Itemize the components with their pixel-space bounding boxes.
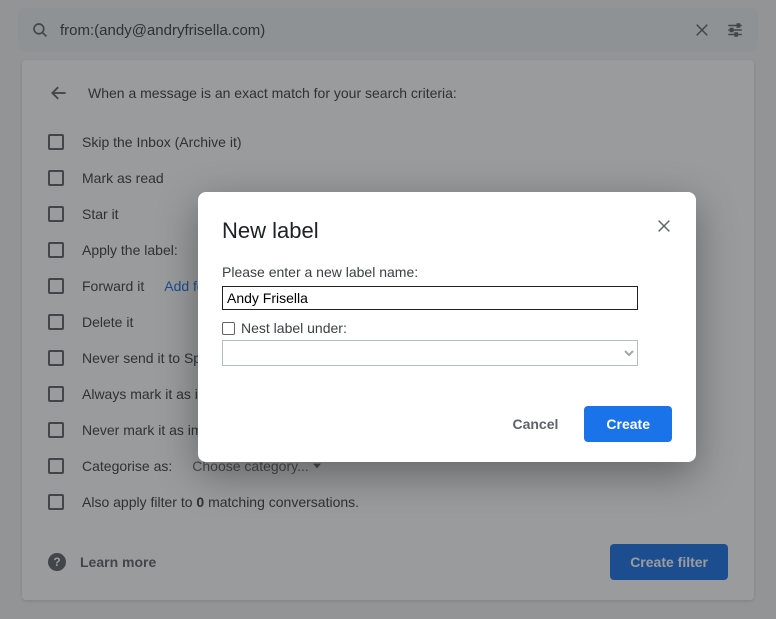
modal-title: New label: [222, 218, 672, 244]
create-button[interactable]: Create: [584, 406, 672, 442]
new-label-modal: New label Please enter a new label name:…: [198, 192, 696, 462]
modal-prompt: Please enter a new label name:: [222, 264, 672, 280]
nest-parent-select[interactable]: [222, 340, 638, 366]
close-icon[interactable]: [652, 214, 676, 238]
label-name-input[interactable]: [222, 286, 638, 310]
nest-label-text: Nest label under:: [241, 320, 347, 336]
cancel-button[interactable]: Cancel: [508, 408, 562, 440]
nest-checkbox[interactable]: [222, 322, 235, 335]
